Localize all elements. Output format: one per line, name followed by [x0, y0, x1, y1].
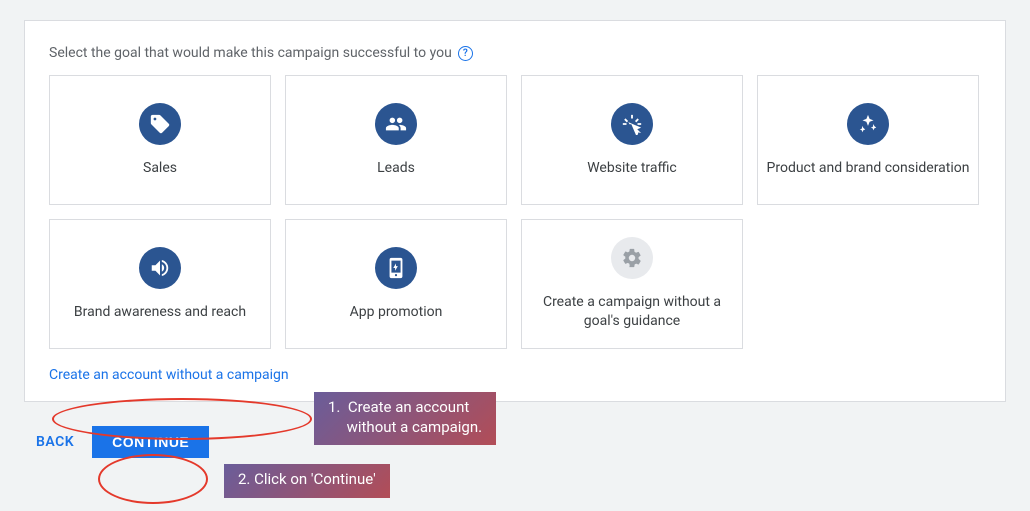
sparkle-icon	[847, 103, 889, 145]
megaphone-icon	[139, 247, 181, 289]
goal-label: Brand awareness and reach	[74, 303, 246, 322]
annotation-label-2: 2. Click on 'Continue'	[224, 464, 390, 498]
continue-button[interactable]: CONTINUE	[92, 426, 209, 458]
goal-leads[interactable]: Leads	[285, 75, 507, 205]
click-icon	[611, 103, 653, 145]
goal-label: Sales	[143, 159, 177, 178]
goal-sales[interactable]: Sales	[49, 75, 271, 205]
tag-icon	[139, 103, 181, 145]
goal-no-guidance[interactable]: Create a campaign without a goal's guida…	[521, 219, 743, 349]
back-button[interactable]: BACK	[36, 434, 74, 450]
annotation-oval-2	[98, 454, 208, 504]
people-icon	[375, 103, 417, 145]
heading-row: Select the goal that would make this cam…	[49, 45, 981, 61]
create-account-without-campaign-link[interactable]: Create an account without a campaign	[49, 367, 289, 383]
goal-website-traffic[interactable]: Website traffic	[521, 75, 743, 205]
goal-label: Website traffic	[587, 159, 677, 178]
footer-actions: BACK CONTINUE	[36, 426, 1006, 458]
goal-brand-consideration[interactable]: Product and brand consideration	[757, 75, 979, 205]
goal-label: Create a campaign without a goal's guida…	[530, 293, 734, 331]
goal-label: App promotion	[350, 303, 443, 322]
campaign-goal-card: Select the goal that would make this cam…	[24, 20, 1006, 402]
gear-icon	[611, 237, 653, 279]
phone-icon	[375, 247, 417, 289]
heading-text: Select the goal that would make this cam…	[49, 45, 452, 61]
goal-label: Product and brand consideration	[767, 159, 970, 178]
goal-grid: Sales Leads Website traffic	[49, 75, 981, 349]
goal-brand-awareness[interactable]: Brand awareness and reach	[49, 219, 271, 349]
goal-app-promotion[interactable]: App promotion	[285, 219, 507, 349]
help-icon[interactable]: ?	[458, 46, 473, 61]
goal-label: Leads	[377, 159, 415, 178]
